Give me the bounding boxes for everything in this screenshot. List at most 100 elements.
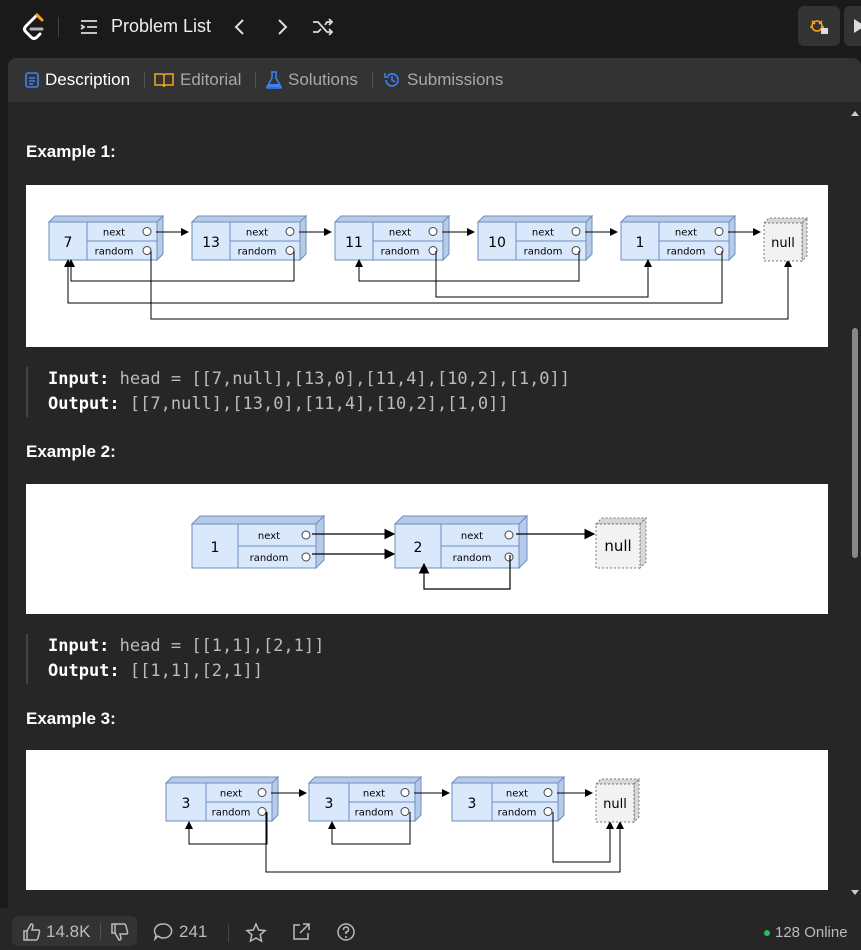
online-dot-icon: [764, 929, 770, 936]
next-pointer: [428, 227, 438, 236]
play-icon: [854, 19, 861, 33]
online-indicator: 128 Online: [764, 924, 848, 941]
node-next-label: next: [461, 531, 483, 542]
node-next-label: next: [258, 531, 280, 542]
random-pointer: [301, 552, 311, 562]
star-icon[interactable]: [245, 922, 267, 944]
node-value: 3: [325, 796, 334, 812]
share-icon[interactable]: [291, 922, 311, 942]
node-value: 11: [345, 235, 363, 251]
null-node: null: [762, 216, 809, 263]
comment-count[interactable]: 241: [179, 922, 207, 942]
next-pointer: [571, 227, 581, 236]
example-1-title: Example 1:: [26, 142, 116, 161]
linked-list-node: 3 next random: [450, 775, 566, 823]
random-pointer: [504, 552, 514, 562]
thumbs-up-icon[interactable]: [22, 922, 42, 942]
book-icon: [154, 73, 174, 88]
next-pointer: [257, 788, 267, 797]
divider: [58, 17, 59, 37]
linked-list-node: 1 next random: [190, 514, 326, 570]
node-next-label: next: [246, 228, 268, 239]
node-value: 1: [211, 540, 220, 556]
next-pointer: [142, 227, 152, 236]
tab-editorial[interactable]: Editorial: [154, 69, 241, 91]
linked-list-node: 7 next random: [47, 214, 165, 262]
linked-list-node: 3 next random: [164, 775, 280, 823]
node-value: 10: [488, 235, 506, 251]
linked-list-node: 2 next random: [393, 514, 529, 570]
help-icon[interactable]: [336, 922, 356, 942]
example-3-title: Example 3:: [26, 709, 116, 728]
random-pointer: [400, 807, 410, 816]
debug-button[interactable]: [798, 6, 840, 46]
run-button[interactable]: [844, 6, 861, 46]
next-pointer: [714, 227, 724, 236]
node-random-label: random: [250, 553, 289, 564]
node-next-label: next: [363, 789, 385, 800]
node-random-label: random: [355, 808, 394, 819]
node-value: 7: [64, 235, 73, 251]
next-pointer: [285, 227, 295, 236]
node-random-label: random: [212, 808, 251, 819]
example-1-diagram: 7 next random 13 next random 11 next random 10 nex…: [26, 185, 828, 347]
next-pointer: [543, 788, 553, 797]
comment-icon[interactable]: [153, 922, 173, 942]
node-random-label: random: [238, 247, 277, 258]
chevron-left-icon[interactable]: [228, 15, 252, 39]
chevron-right-icon[interactable]: [270, 15, 294, 39]
null-node: null: [594, 777, 641, 824]
next-pointer: [400, 788, 410, 797]
linked-list-node: 13 next random: [190, 214, 308, 262]
flask-icon: [266, 71, 282, 89]
node-next-label: next: [675, 228, 697, 239]
problem-list-link[interactable]: Problem List: [111, 16, 211, 37]
thumbs-down-icon[interactable]: [110, 922, 130, 942]
like-count[interactable]: 14.8K: [46, 922, 90, 942]
node-next-label: next: [103, 228, 125, 239]
description-panel: Description Editorial Solutions Submissi…: [8, 58, 861, 950]
node-value: 1: [636, 235, 645, 251]
linked-list-node: 11 next random: [333, 214, 451, 262]
top-bar: Problem List: [0, 0, 861, 56]
scrollbar[interactable]: [850, 108, 860, 898]
node-next-label: next: [532, 228, 554, 239]
example-1-io: Input: head = [[7,null],[13,0],[11,4],[1…: [26, 367, 570, 417]
history-icon: [384, 73, 399, 87]
panel-tabs: Description Editorial Solutions Submissi…: [8, 58, 861, 102]
node-random-label: random: [453, 553, 492, 564]
leetcode-logo[interactable]: [20, 12, 48, 42]
random-pointer: [543, 807, 553, 816]
next-pointer: [301, 530, 311, 540]
null-label: null: [603, 797, 627, 812]
random-pointer: [142, 246, 152, 255]
example-3-diagram: 3 next random 3 next random 3 next random null: [26, 750, 828, 890]
list-icon[interactable]: [78, 16, 100, 38]
like-button-group: 14.8K: [12, 916, 137, 946]
node-value: 3: [468, 796, 477, 812]
node-next-label: next: [506, 789, 528, 800]
bottom-bar: 14.8K 241 128 Online: [0, 908, 861, 950]
node-random-label: random: [524, 247, 563, 258]
random-pointer: [285, 246, 295, 255]
random-pointer: [257, 807, 267, 816]
linked-list-node: 10 next random: [476, 214, 594, 262]
tab-description[interactable]: Description: [25, 69, 130, 91]
node-random-label: random: [95, 247, 134, 258]
node-random-label: random: [667, 247, 706, 258]
example-2-diagram: 1 next random 2 next random null: [26, 484, 828, 614]
node-random-label: random: [498, 808, 537, 819]
linked-list-node: 3 next random: [307, 775, 423, 823]
linked-list-node: 1 next random: [619, 214, 737, 262]
debug-icon: [810, 20, 828, 34]
tab-submissions[interactable]: Submissions: [383, 69, 503, 91]
null-node: null: [594, 516, 648, 570]
shuffle-icon[interactable]: [311, 15, 335, 39]
example-2-title: Example 2:: [26, 442, 116, 461]
node-next-label: next: [220, 789, 242, 800]
next-pointer: [504, 530, 514, 540]
node-value: 2: [414, 540, 423, 556]
null-label: null: [604, 537, 631, 555]
tab-solutions[interactable]: Solutions: [266, 69, 358, 91]
example-2-io: Input: head = [[1,1],[2,1]] Output: [[1,…: [26, 634, 324, 684]
